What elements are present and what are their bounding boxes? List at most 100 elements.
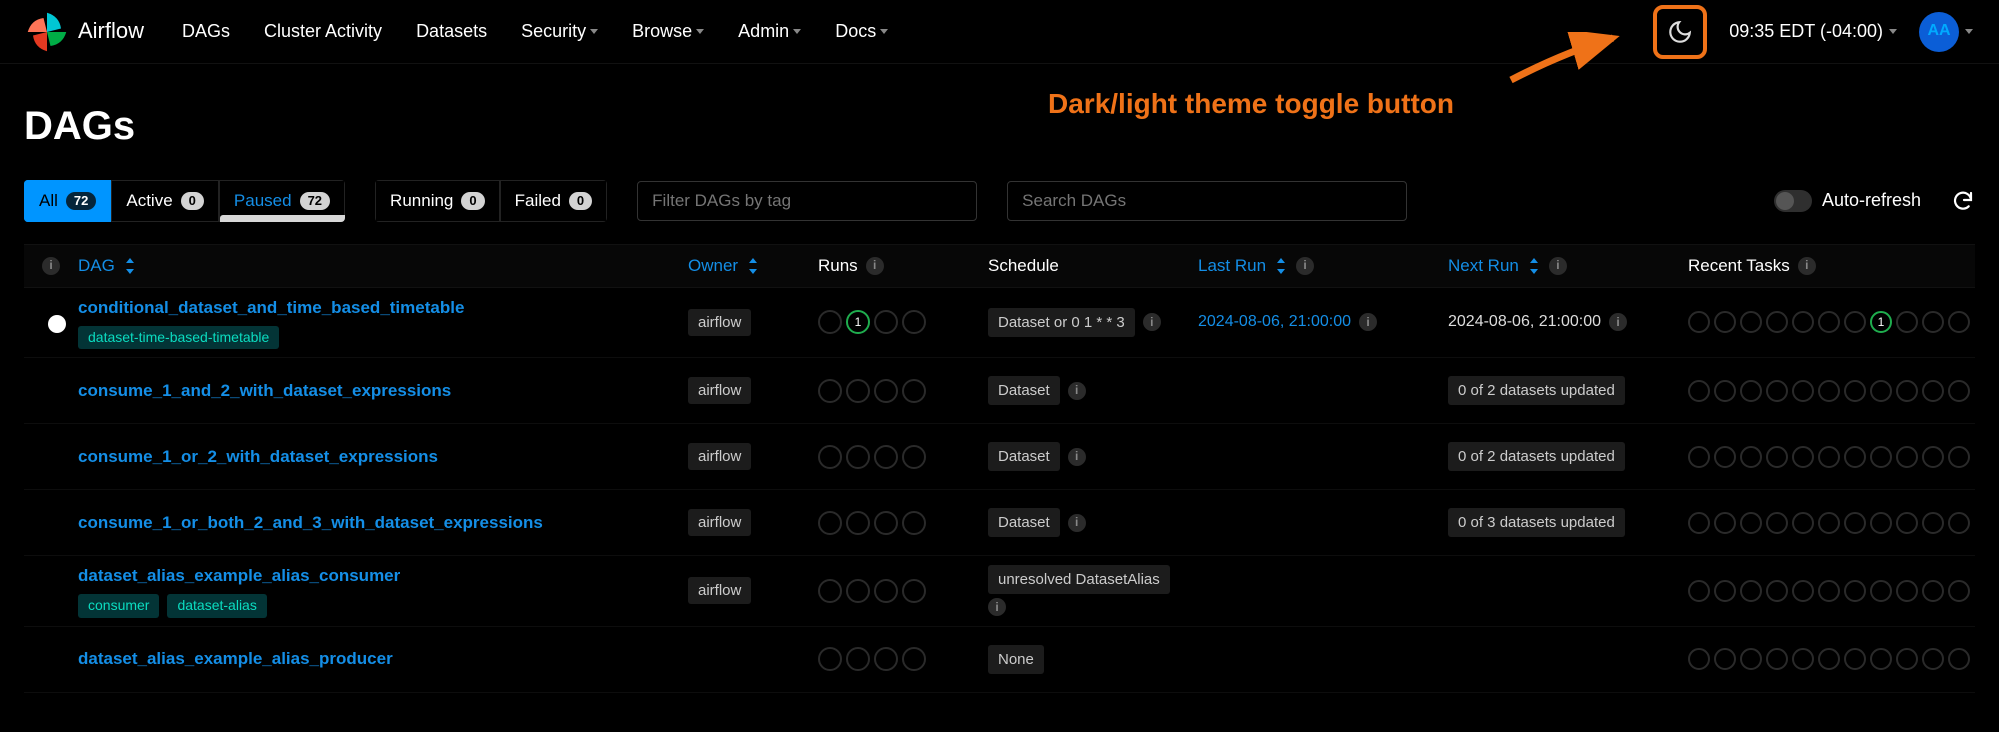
recent-circle[interactable] — [1844, 446, 1866, 468]
recent-circle[interactable] — [1714, 311, 1736, 333]
run-circle[interactable] — [874, 445, 898, 469]
recent-circle[interactable] — [1844, 380, 1866, 402]
recent-circle[interactable] — [1766, 380, 1788, 402]
run-circle[interactable] — [846, 511, 870, 535]
brand[interactable]: Airflow — [26, 11, 144, 53]
recent-circle[interactable] — [1948, 380, 1970, 402]
th-nextrun[interactable]: Next Run i — [1448, 254, 1688, 278]
dag-link[interactable]: dataset_alias_example_alias_consumer — [78, 564, 688, 588]
recent-circle[interactable] — [1922, 512, 1944, 534]
filter-failed[interactable]: Failed 0 — [500, 180, 608, 222]
recent-circle[interactable] — [1792, 648, 1814, 670]
search-input[interactable] — [1007, 181, 1407, 221]
recent-circle[interactable] — [1714, 512, 1736, 534]
recent-circle[interactable] — [1896, 512, 1918, 534]
recent-circle[interactable] — [1948, 446, 1970, 468]
recent-circle[interactable] — [1844, 648, 1866, 670]
run-circle[interactable] — [902, 379, 926, 403]
recent-circle[interactable] — [1818, 311, 1840, 333]
filter-all[interactable]: All 72 — [24, 180, 111, 222]
info-icon[interactable]: i — [42, 257, 60, 275]
recent-circle[interactable] — [1818, 580, 1840, 602]
recent-circle[interactable] — [1818, 648, 1840, 670]
run-circle[interactable] — [874, 647, 898, 671]
run-circle[interactable] — [902, 647, 926, 671]
recent-circle[interactable] — [1948, 311, 1970, 333]
run-circle[interactable] — [818, 647, 842, 671]
recent-circle[interactable] — [1844, 580, 1866, 602]
dataset-update-badge[interactable]: 0 of 3 datasets updated — [1448, 508, 1625, 537]
run-circle[interactable] — [846, 579, 870, 603]
recent-circle[interactable] — [1792, 446, 1814, 468]
recent-circle[interactable] — [1792, 380, 1814, 402]
recent-circle[interactable] — [1714, 446, 1736, 468]
run-circle[interactable] — [818, 511, 842, 535]
schedule-badge[interactable]: Dataset — [988, 508, 1060, 537]
recent-circle[interactable] — [1688, 648, 1710, 670]
refresh-icon[interactable] — [1951, 189, 1975, 213]
nav-item-admin[interactable]: Admin — [738, 19, 801, 44]
run-circle[interactable] — [874, 579, 898, 603]
info-icon[interactable]: i — [1609, 313, 1627, 331]
recent-circle[interactable] — [1714, 380, 1736, 402]
recent-circle[interactable] — [1740, 446, 1762, 468]
run-circle[interactable] — [846, 445, 870, 469]
run-circle[interactable] — [902, 511, 926, 535]
dataset-update-badge[interactable]: 0 of 2 datasets updated — [1448, 442, 1625, 471]
dataset-update-badge[interactable]: 0 of 2 datasets updated — [1448, 376, 1625, 405]
run-circle[interactable] — [874, 379, 898, 403]
recent-circle[interactable] — [1922, 311, 1944, 333]
nav-item-browse[interactable]: Browse — [632, 19, 704, 44]
th-owner[interactable]: Owner — [688, 254, 818, 278]
info-icon[interactable]: i — [1068, 514, 1086, 532]
recent-circle[interactable]: 1 — [1870, 311, 1892, 333]
recent-circle[interactable] — [1688, 512, 1710, 534]
recent-circle[interactable] — [1792, 512, 1814, 534]
run-circle[interactable] — [846, 379, 870, 403]
filter-active[interactable]: Active 0 — [111, 180, 219, 222]
recent-circle[interactable] — [1740, 512, 1762, 534]
filter-paused[interactable]: Paused 72 Show only paused DAGs — [219, 180, 345, 222]
recent-circle[interactable] — [1922, 446, 1944, 468]
info-icon[interactable]: i — [1068, 382, 1086, 400]
nav-item-dags[interactable]: DAGs — [182, 19, 230, 44]
recent-circle[interactable] — [1896, 311, 1918, 333]
dag-link[interactable]: consume_1_and_2_with_dataset_expressions — [78, 379, 688, 403]
recent-circle[interactable] — [1948, 580, 1970, 602]
dag-link[interactable]: dataset_alias_example_alias_producer — [78, 647, 688, 671]
recent-circle[interactable] — [1818, 446, 1840, 468]
recent-circle[interactable] — [1896, 380, 1918, 402]
recent-circle[interactable] — [1688, 311, 1710, 333]
recent-circle[interactable] — [1792, 311, 1814, 333]
dag-link[interactable]: conditional_dataset_and_time_based_timet… — [78, 296, 688, 320]
run-circle[interactable] — [818, 579, 842, 603]
recent-circle[interactable] — [1818, 512, 1840, 534]
recent-circle[interactable] — [1922, 580, 1944, 602]
run-circle[interactable] — [818, 445, 842, 469]
run-circle[interactable] — [902, 579, 926, 603]
recent-circle[interactable] — [1896, 446, 1918, 468]
recent-circle[interactable] — [1896, 580, 1918, 602]
recent-circle[interactable] — [1740, 580, 1762, 602]
dag-tag[interactable]: dataset-alias — [167, 594, 266, 618]
run-circle[interactable] — [818, 310, 842, 334]
run-circle[interactable] — [818, 379, 842, 403]
th-lastrun[interactable]: Last Run i — [1198, 254, 1448, 278]
recent-circle[interactable] — [1870, 580, 1892, 602]
recent-circle[interactable] — [1844, 311, 1866, 333]
recent-circle[interactable] — [1688, 580, 1710, 602]
filter-running[interactable]: Running 0 — [375, 180, 500, 222]
owner-badge[interactable]: airflow — [688, 509, 751, 536]
dag-link[interactable]: consume_1_or_2_with_dataset_expressions — [78, 445, 688, 469]
info-icon[interactable]: i — [866, 257, 884, 275]
info-icon[interactable]: i — [1549, 257, 1567, 275]
run-circle[interactable] — [874, 310, 898, 334]
run-circle[interactable] — [902, 445, 926, 469]
info-icon[interactable]: i — [1143, 313, 1161, 331]
th-dag[interactable]: DAG — [78, 254, 688, 278]
clock[interactable]: 09:35 EDT (-04:00) — [1729, 19, 1897, 44]
schedule-badge[interactable]: unresolved DatasetAlias — [988, 565, 1170, 594]
info-icon[interactable]: i — [1296, 257, 1314, 275]
recent-circle[interactable] — [1714, 580, 1736, 602]
recent-circle[interactable] — [1922, 648, 1944, 670]
